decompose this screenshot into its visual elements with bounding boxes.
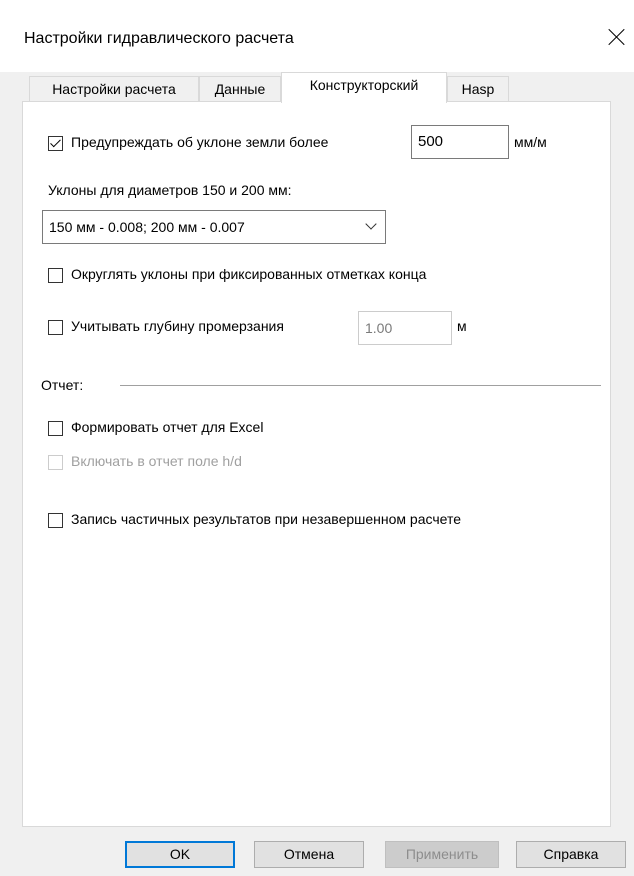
apply-button[interactable]: Применить [385, 841, 499, 868]
close-icon[interactable] [604, 24, 630, 50]
slopes-label: Уклоны для диаметров 150 и 200 мм: [48, 182, 292, 198]
chevron-down-icon [365, 218, 377, 230]
title-bar: Настройки гидравлического расчета [0, 0, 634, 72]
slopes-select[interactable]: 150 мм - 0.008; 200 мм - 0.007 [42, 210, 386, 244]
warn-slope-checkbox[interactable] [48, 136, 63, 151]
tab-strip: Настройки расчета Данные Конструкторский… [0, 72, 634, 103]
partial-results-label: Запись частичных результатов при незавер… [71, 511, 462, 527]
ok-button[interactable]: OK [125, 841, 235, 868]
freeze-depth-unit: м [457, 318, 467, 334]
include-hd-checkbox[interactable] [48, 455, 63, 470]
tab-calc-settings[interactable]: Настройки расчета [29, 76, 199, 102]
freeze-depth-checkbox[interactable] [48, 320, 63, 335]
include-hd-label: Включать в отчет поле h/d [71, 453, 242, 469]
excel-report-label: Формировать отчет для Excel [71, 419, 264, 435]
freeze-depth-label: Учитывать глубину промерзания [71, 318, 284, 334]
warn-slope-unit: мм/м [514, 134, 547, 150]
excel-report-checkbox[interactable] [48, 421, 63, 436]
freeze-depth-input[interactable]: 1.00 [358, 311, 452, 345]
cancel-button[interactable]: Отмена [254, 841, 364, 868]
help-button[interactable]: Справка [516, 841, 626, 868]
partial-results-checkbox[interactable] [48, 513, 63, 528]
dialog-title: Настройки гидравлического расчета [24, 30, 294, 47]
design-tab-panel: Предупреждать об уклоне земли более 500 … [22, 101, 611, 827]
report-section-label: Отчет: [41, 377, 84, 393]
tab-hasp[interactable]: Hasp [447, 76, 509, 102]
slopes-select-value: 150 мм - 0.008; 200 мм - 0.007 [49, 219, 245, 235]
round-slopes-label: Округлять уклоны при фиксированных отмет… [71, 266, 427, 282]
report-divider [120, 385, 601, 386]
round-slopes-checkbox[interactable] [48, 268, 63, 283]
tab-design[interactable]: Конструкторский [281, 72, 447, 103]
tab-data[interactable]: Данные [199, 76, 281, 102]
warn-slope-input[interactable]: 500 [411, 125, 509, 159]
warn-slope-label: Предупреждать об уклоне земли более [71, 134, 329, 150]
settings-dialog: Настройки гидравлического расчета Настро… [0, 0, 634, 876]
